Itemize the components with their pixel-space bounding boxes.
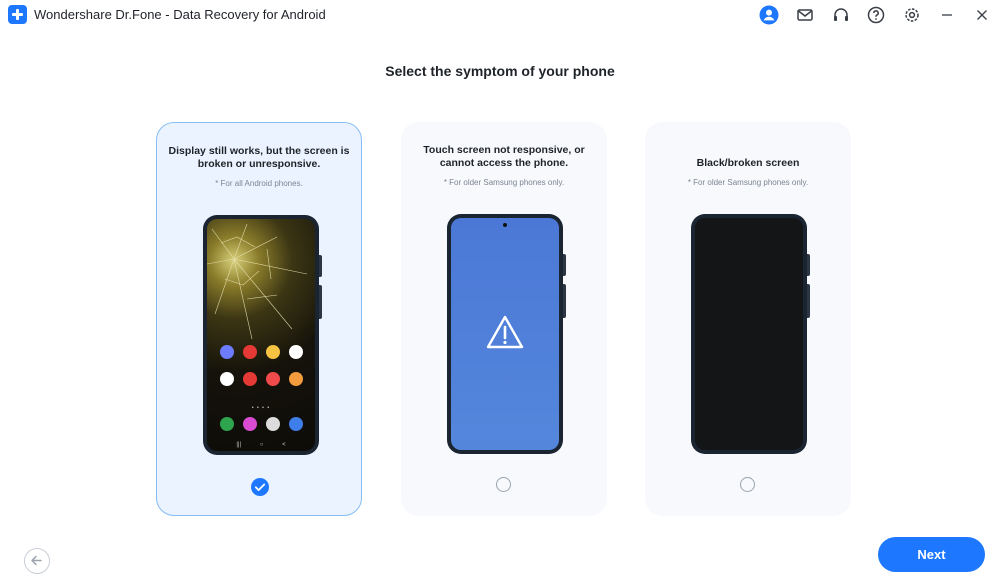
option-title: Touch screen not responsive, or cannot a… xyxy=(423,144,585,169)
mail-icon[interactable] xyxy=(795,5,815,25)
warning-icon xyxy=(486,315,524,349)
page-title: Select the symptom of your phone xyxy=(385,63,615,79)
title-bar: Wondershare Dr.Fone - Data Recovery for … xyxy=(0,0,1000,30)
user-icon[interactable] xyxy=(759,5,779,25)
close-icon[interactable] xyxy=(972,5,992,25)
selected-check-icon[interactable] xyxy=(251,478,269,496)
arrow-left-icon xyxy=(31,555,42,566)
headset-icon[interactable] xyxy=(831,5,851,25)
black-screen-phone-illustration xyxy=(691,214,810,454)
minimize-icon[interactable] xyxy=(937,5,957,25)
app-icons-grid xyxy=(215,345,307,386)
option-card-black-screen[interactable]: Black/broken screen * For older Samsung … xyxy=(645,122,851,516)
option-note: * For older Samsung phones only. xyxy=(443,178,565,187)
app-dock xyxy=(215,417,307,431)
next-button[interactable]: Next xyxy=(878,537,985,572)
option-title: Black/broken screen xyxy=(696,157,800,169)
app-logo xyxy=(8,5,27,24)
option-note: * For all Android phones. xyxy=(215,179,303,188)
option-radio[interactable] xyxy=(496,477,511,492)
warning-screen-phone-illustration xyxy=(447,214,566,454)
option-title: Display still works, but the screen is b… xyxy=(168,145,350,170)
option-note: * For older Samsung phones only. xyxy=(687,178,809,187)
option-radio[interactable] xyxy=(740,477,755,492)
settings-icon[interactable] xyxy=(902,5,922,25)
window-title: Wondershare Dr.Fone - Data Recovery for … xyxy=(34,7,326,22)
cracked-screen-phone-illustration: • • • • ||| ○ < xyxy=(203,215,322,455)
help-icon[interactable] xyxy=(866,5,886,25)
option-card-touch-unresponsive[interactable]: Touch screen not responsive, or cannot a… xyxy=(401,122,607,516)
option-card-broken-screen[interactable]: Display still works, but the screen is b… xyxy=(156,122,362,516)
back-button[interactable] xyxy=(24,548,50,574)
